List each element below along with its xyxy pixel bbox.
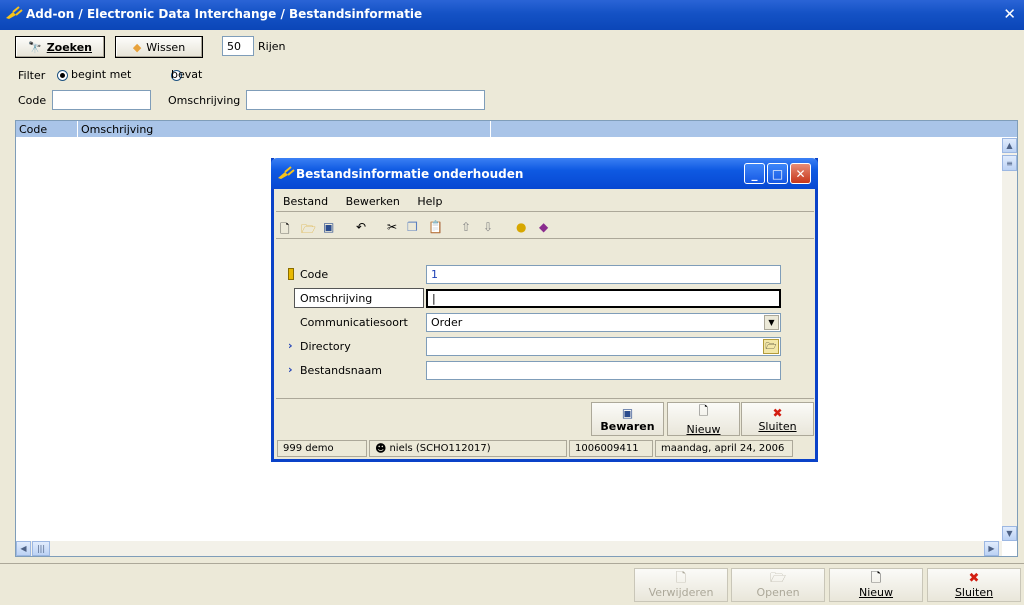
- close-icon[interactable]: ✕: [1003, 5, 1016, 23]
- undo-icon[interactable]: ↶: [356, 220, 366, 234]
- app-plug-icon: [5, 6, 23, 23]
- description-input[interactable]: |: [426, 289, 781, 308]
- code-filter-label: Code: [18, 94, 47, 107]
- comm-type-select[interactable]: Order ▼: [426, 313, 781, 332]
- maximize-icon[interactable]: □: [767, 163, 788, 184]
- directory-expand-icon: ›: [288, 339, 293, 352]
- delete-button[interactable]: 🗋 Verwijderen: [634, 568, 728, 602]
- save-disk-icon: ▣: [621, 405, 634, 420]
- comm-type-label: Communicatiesoort: [300, 316, 408, 329]
- open-folder-icon: 🗁: [769, 570, 787, 586]
- menu-divider: [276, 211, 814, 212]
- book-icon[interactable]: ◆: [539, 220, 548, 234]
- dialog-close-button[interactable]: ✖ Sluiten: [741, 402, 814, 436]
- code-filter-input[interactable]: [52, 90, 151, 110]
- scroll-down-icon[interactable]: ▼: [1002, 526, 1017, 541]
- exact-logo-icon[interactable]: ●: [516, 220, 526, 234]
- paste-icon[interactable]: 📋: [428, 220, 443, 234]
- status-user: ☻ niels (SCHO112017): [369, 440, 567, 457]
- search-button[interactable]: 🔭 Zoeken: [15, 36, 105, 58]
- dialog-close-icon[interactable]: ✕: [790, 163, 811, 184]
- scroll-left-icon[interactable]: ◀: [16, 541, 31, 556]
- red-x-icon: ✖: [968, 570, 980, 586]
- user-icon: ☻: [375, 442, 387, 455]
- filename-label: Bestandsnaam: [300, 364, 382, 377]
- status-number: 1006009411: [569, 440, 653, 457]
- rows-label: Rijen: [258, 40, 286, 53]
- chevron-down-icon[interactable]: ▼: [764, 315, 779, 330]
- delete-button-label: Verwijderen: [648, 585, 714, 599]
- menu-bestand[interactable]: Bestand: [283, 195, 328, 208]
- arrow-up-icon[interactable]: ⇧: [461, 220, 471, 234]
- radio-begins-with-label: begint met: [71, 68, 132, 81]
- menu-help[interactable]: Help: [417, 195, 442, 208]
- save-disk-icon[interactable]: ▣: [323, 220, 334, 234]
- toolbar-divider: [276, 238, 814, 239]
- required-marker-icon: [288, 268, 294, 280]
- description-filter-input[interactable]: [246, 90, 485, 110]
- dialog-new-button[interactable]: 🗋 Nieuw: [667, 402, 740, 436]
- close-window-button-label: Sluiten: [954, 585, 994, 599]
- close-window-button[interactable]: ✖ Sluiten: [927, 568, 1021, 602]
- cut-scissors-icon[interactable]: ✂: [387, 220, 397, 234]
- dialog-title-bar: Bestandsinformatie onderhouden _ □ ✕: [271, 158, 818, 189]
- arrow-down-icon[interactable]: ⇩: [483, 220, 493, 234]
- menu-bewerken[interactable]: Bewerken: [346, 195, 400, 208]
- directory-input[interactable]: 🗁: [426, 337, 781, 356]
- new-page-icon: 🗋: [870, 570, 882, 586]
- status-date: maandag, april 24, 2006: [655, 440, 793, 457]
- dialog-menu-bar: Bestand Bewerken Help: [283, 195, 456, 208]
- filter-label: Filter: [18, 69, 46, 82]
- scroll-thumb-horizontal[interactable]: |||: [32, 541, 50, 556]
- minimize-icon[interactable]: _: [744, 163, 765, 184]
- scroll-right-icon[interactable]: ▶: [984, 541, 999, 556]
- code-label: Code: [300, 268, 329, 281]
- dialog-new-button-label: Nieuw: [686, 423, 721, 436]
- copy-icon[interactable]: ❐: [407, 220, 418, 234]
- filename-expand-icon: ›: [288, 363, 293, 376]
- maintenance-dialog: Bestandsinformatie onderhouden _ □ ✕ Bes…: [271, 158, 818, 462]
- vertical-scrollbar[interactable]: ▲ ≡ ▼: [1002, 138, 1017, 541]
- dialog-close-button-label: Sluiten: [758, 419, 797, 433]
- code-input[interactable]: 1: [426, 265, 781, 284]
- button-divider: [276, 398, 814, 399]
- description-filter-label: Omschrijving: [168, 94, 241, 107]
- dialog-title: Bestandsinformatie onderhouden: [296, 167, 524, 181]
- directory-label: Directory: [300, 340, 351, 353]
- description-label: Omschrijving: [300, 292, 373, 305]
- text-cursor: |: [432, 292, 436, 305]
- window-title-bar: Add-on / Electronic Data Interchange / B…: [0, 0, 1024, 30]
- status-user-text: niels (SCHO112017): [389, 443, 491, 454]
- column-header-code[interactable]: Code: [16, 121, 78, 137]
- dialog-plug-icon: [277, 166, 295, 183]
- clear-button-label: Wissen: [146, 40, 186, 54]
- search-button-label: Zoeken: [46, 40, 92, 54]
- comm-type-value: Order: [431, 316, 463, 329]
- horizontal-scrollbar[interactable]: ◀ ||| ▶: [16, 541, 1002, 556]
- rows-input[interactable]: 50: [222, 36, 254, 56]
- scroll-thumb-vertical[interactable]: ≡: [1002, 155, 1017, 171]
- new-button[interactable]: 🗋 Nieuw: [829, 568, 923, 602]
- binoculars-icon: 🔭: [27, 40, 42, 54]
- filename-input[interactable]: [426, 361, 781, 380]
- save-button-label: Bewaren: [600, 419, 655, 433]
- status-company: 999 demo: [277, 440, 367, 457]
- column-header-filler: [491, 121, 1017, 137]
- scroll-up-icon[interactable]: ▲: [1002, 138, 1017, 153]
- save-button[interactable]: ▣ Bewaren: [591, 402, 664, 436]
- new-page-icon: 🗋: [698, 404, 709, 418]
- open-button[interactable]: 🗁 Openen: [731, 568, 825, 602]
- new-button-label: Nieuw: [858, 585, 894, 599]
- bottom-divider: [0, 563, 1024, 564]
- delete-page-icon: 🗋: [675, 570, 687, 586]
- radio-contains-label: bevat: [171, 68, 203, 81]
- radio-begins-with[interactable]: [57, 70, 68, 81]
- clear-button[interactable]: ◆ Wissen: [115, 36, 203, 58]
- column-header-description[interactable]: Omschrijving: [78, 121, 491, 137]
- window-title: Add-on / Electronic Data Interchange / B…: [26, 7, 423, 21]
- red-x-icon: ✖: [772, 405, 783, 420]
- browse-folder-icon[interactable]: 🗁: [763, 339, 779, 354]
- eraser-icon: ◆: [132, 40, 142, 54]
- open-button-label: Openen: [756, 585, 800, 599]
